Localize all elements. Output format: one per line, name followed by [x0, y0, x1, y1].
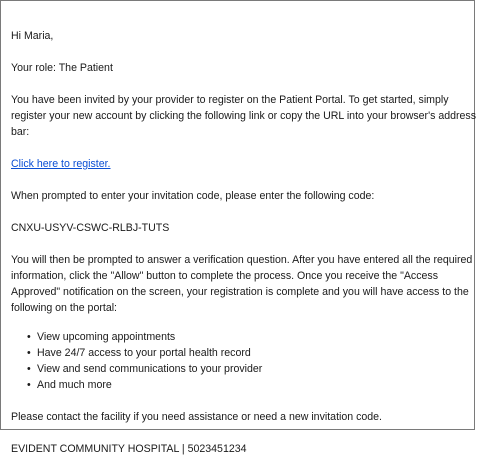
feature-list: • View upcoming appointments • Have 24/7 a…: [11, 329, 477, 393]
invite-paragraph: You have been invited by your provider t…: [11, 94, 477, 138]
bullet-icon: •: [27, 379, 31, 391]
list-item: • Have 24/7 access to your portal health …: [27, 347, 251, 359]
list-item: • And much more: [27, 379, 112, 391]
role-line: Your role: The Patient: [11, 62, 113, 74]
bullet-icon: •: [27, 331, 31, 343]
email-body: Hi Maria, Your role: The Patient You hav…: [11, 28, 477, 457]
footer-line: EVIDENT COMMUNITY HOSPITAL | 5023451234: [11, 443, 247, 455]
greeting: Hi Maria,: [11, 30, 54, 42]
verification-paragraph: You will then be prompted to answer a ve…: [11, 254, 473, 314]
list-item: • View and send communications to your pr…: [27, 363, 263, 375]
bullet-icon: •: [27, 347, 31, 359]
contact-line: Please contact the facility if you need …: [11, 411, 383, 423]
list-item: • View upcoming appointments: [27, 331, 176, 343]
register-link[interactable]: Click here to register.: [11, 158, 111, 170]
bullet-icon: •: [27, 363, 31, 375]
invitation-code: CNXU-USYV-CSWC-RLBJ-TUTS: [11, 222, 170, 234]
email-frame: Hi Maria, Your role: The Patient You hav…: [0, 0, 476, 455]
code-prompt: When prompted to enter your invitation c…: [11, 190, 375, 202]
register-link-line: Click here to register.: [11, 156, 477, 172]
